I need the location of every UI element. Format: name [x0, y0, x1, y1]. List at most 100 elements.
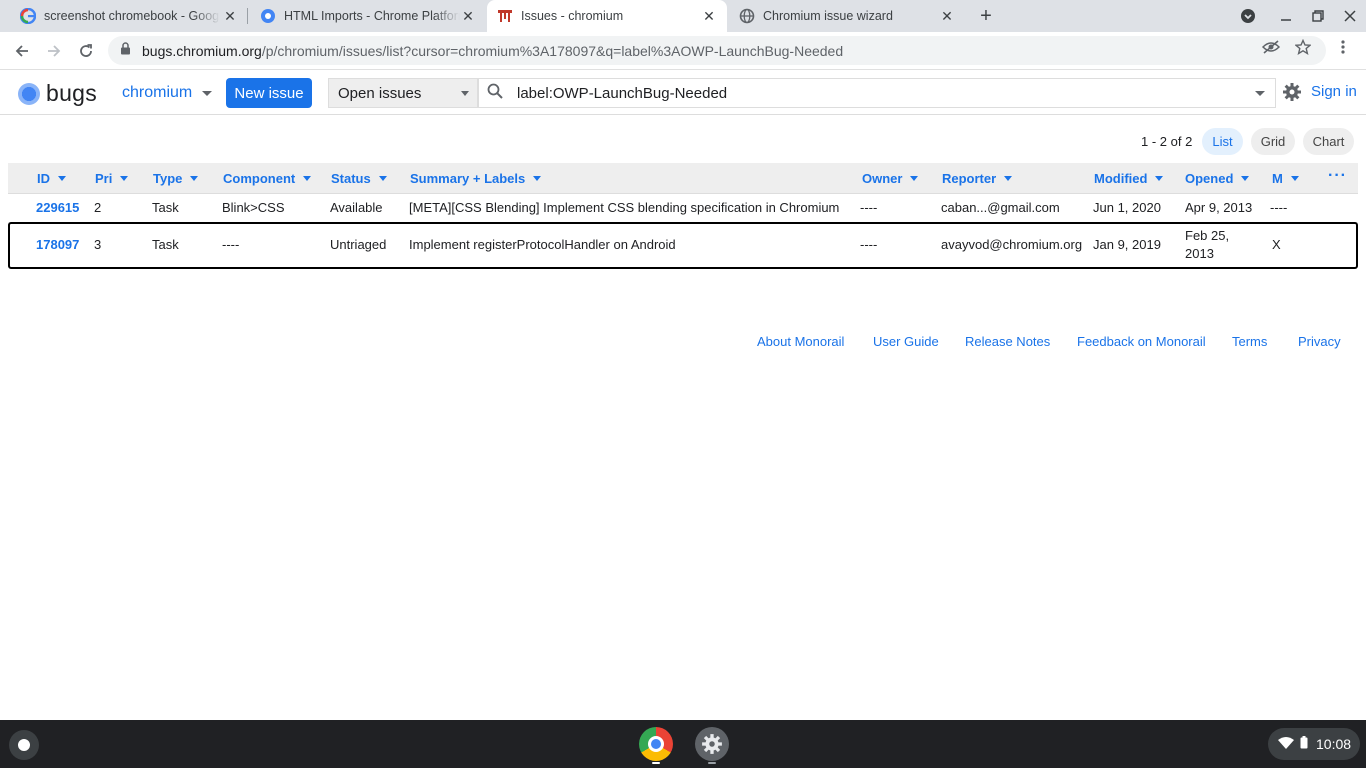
table-row[interactable]: 229615 2 Task Blink>CSS Available [META]… — [8, 194, 1358, 223]
status-tray[interactable]: 10:08 — [1268, 728, 1360, 760]
footer-link-user-guide[interactable]: User Guide — [873, 334, 939, 349]
close-icon[interactable]: ✕ — [701, 8, 717, 24]
column-header-status[interactable]: Status — [331, 171, 387, 186]
chevron-down-icon — [190, 176, 199, 181]
cell-reporter: caban...@gmail.com — [941, 200, 1060, 215]
cell-opened: Apr 9, 2013 — [1185, 200, 1253, 215]
table-row-selected[interactable]: 178097 3 Task ---- Untriaged Implement r… — [8, 222, 1358, 269]
bookmark-star-icon[interactable] — [1294, 38, 1312, 56]
close-icon[interactable]: ✕ — [460, 8, 476, 24]
minimize-icon[interactable] — [1276, 6, 1296, 26]
footer-link-feedback[interactable]: Feedback on Monorail — [1077, 334, 1206, 349]
url-text: bugs.chromium.org/p/chromium/issues/list… — [142, 43, 843, 59]
cell-status: Available — [330, 200, 383, 215]
url-path: /p/chromium/issues/list?cursor=chromium%… — [261, 42, 844, 59]
column-label: Type — [153, 171, 183, 186]
search-icon — [487, 83, 505, 104]
cell-owner: ---- — [860, 200, 878, 215]
new-tab-icon[interactable]: + — [976, 6, 996, 26]
footer-link-release-notes[interactable]: Release Notes — [965, 334, 1050, 349]
column-header-summary[interactable]: Summary + Labels — [410, 171, 542, 186]
cell-summary[interactable]: Implement registerProtocolHandler on And… — [409, 237, 676, 252]
new-issue-button[interactable]: New issue — [226, 78, 312, 108]
view-grid-button[interactable]: Grid — [1251, 128, 1295, 155]
battery-icon — [1300, 736, 1308, 752]
chevron-down-icon — [1155, 176, 1164, 181]
footer-link-privacy[interactable]: Privacy — [1298, 334, 1341, 349]
back-icon[interactable] — [11, 40, 33, 62]
wifi-icon — [1278, 736, 1294, 752]
cell-m: ---- — [1270, 200, 1288, 215]
column-label: ID — [37, 171, 50, 186]
chevron-down-icon — [378, 176, 387, 181]
restore-icon[interactable] — [1308, 6, 1328, 26]
column-header-m[interactable]: M — [1272, 171, 1299, 186]
tab-issue-wizard[interactable]: Chromium issue wizard ✕ — [727, 0, 965, 32]
issue-id-link[interactable]: 229615 — [36, 200, 79, 215]
view-list-button[interactable]: List — [1202, 128, 1243, 155]
footer-link-terms[interactable]: Terms — [1232, 334, 1267, 349]
table-header: ID Pri Type Component Status Summary + L… — [8, 163, 1358, 194]
column-header-id[interactable]: ID — [37, 171, 66, 186]
chevron-down-icon[interactable] — [1255, 91, 1265, 96]
tab-google-search[interactable]: screenshot chromebook - Google Search ✕ — [10, 0, 248, 32]
column-label: Pri — [95, 171, 113, 186]
eye-off-icon[interactable] — [1262, 38, 1280, 56]
forward-icon[interactable] — [43, 40, 65, 62]
cell-pri: 3 — [94, 237, 102, 252]
view-chart-button[interactable]: Chart — [1303, 128, 1354, 155]
running-indicator — [652, 762, 660, 764]
close-icon[interactable]: ✕ — [222, 8, 238, 24]
cell-opened-line2: 2013 — [1185, 246, 1214, 261]
cell-component: ---- — [222, 237, 240, 252]
column-header-reporter[interactable]: Reporter — [942, 171, 1013, 186]
address-bar[interactable]: bugs.chromium.org/p/chromium/issues/list… — [108, 36, 1326, 65]
sign-in-link[interactable]: Sign in — [1311, 83, 1357, 100]
column-label: Reporter — [942, 171, 997, 186]
column-header-modified[interactable]: Modified — [1094, 171, 1164, 186]
footer-link-about[interactable]: About Monorail — [757, 334, 844, 349]
chevron-down-icon — [303, 176, 312, 181]
tab-html-imports[interactable]: HTML Imports - Chrome Platform Status ✕ — [248, 0, 486, 32]
cell-summary[interactable]: [META][CSS Blending] Implement CSS blend… — [409, 200, 839, 215]
column-header-pri[interactable]: Pri — [95, 171, 129, 186]
issue-scope-value: Open issues — [338, 84, 422, 102]
reload-icon[interactable] — [75, 40, 97, 62]
close-icon[interactable]: ✕ — [939, 8, 955, 24]
column-header-component[interactable]: Component — [223, 171, 312, 186]
page-footer: About Monorail User Guide Release Notes … — [0, 334, 1366, 350]
column-header-opened[interactable]: Opened — [1185, 171, 1250, 186]
project-selector[interactable]: chromium — [122, 84, 213, 102]
chevron-down-icon — [1241, 176, 1250, 181]
column-header-type[interactable]: Type — [153, 171, 199, 186]
chevron-down-icon — [202, 90, 213, 96]
settings-app-icon[interactable] — [695, 727, 729, 761]
tab-title: Chromium issue wizard — [763, 9, 893, 23]
issue-scope-select[interactable]: Open issues — [328, 78, 478, 108]
chevron-down-icon — [910, 176, 919, 181]
search-input[interactable]: label:OWP-LaunchBug-Needed — [478, 78, 1276, 108]
tab-issues-chromium[interactable]: Issues - chromium ✕ — [487, 0, 727, 32]
browser-menu-icon[interactable] — [1334, 38, 1352, 56]
cell-reporter: avayvod@chromium.org — [941, 237, 1083, 252]
column-options-icon[interactable]: ··· — [1328, 167, 1347, 185]
cell-type: Task — [152, 200, 179, 215]
tab-title: HTML Imports - Chrome Platform Status — [284, 9, 460, 23]
chevron-down-icon — [1004, 176, 1013, 181]
project-name: chromium — [122, 84, 193, 101]
gear-icon[interactable] — [1282, 82, 1302, 102]
tab-search-icon[interactable] — [1238, 6, 1258, 26]
monorail-logo[interactable]: bugs — [18, 80, 97, 107]
cell-component: Blink>CSS — [222, 200, 285, 215]
launcher-button[interactable] — [9, 730, 39, 760]
url-host: bugs.chromium.org — [142, 42, 262, 59]
cell-status: Untriaged — [330, 237, 387, 252]
close-window-icon[interactable] — [1340, 6, 1360, 26]
cell-type: Task — [152, 237, 179, 252]
pagination-count: 1 - 2 of 2 — [1141, 134, 1193, 149]
column-header-owner[interactable]: Owner — [862, 171, 919, 186]
issue-id-link[interactable]: 178097 — [36, 237, 79, 252]
column-label: Owner — [862, 171, 903, 186]
lock-icon — [120, 41, 132, 60]
chrome-app-icon[interactable] — [639, 727, 673, 761]
